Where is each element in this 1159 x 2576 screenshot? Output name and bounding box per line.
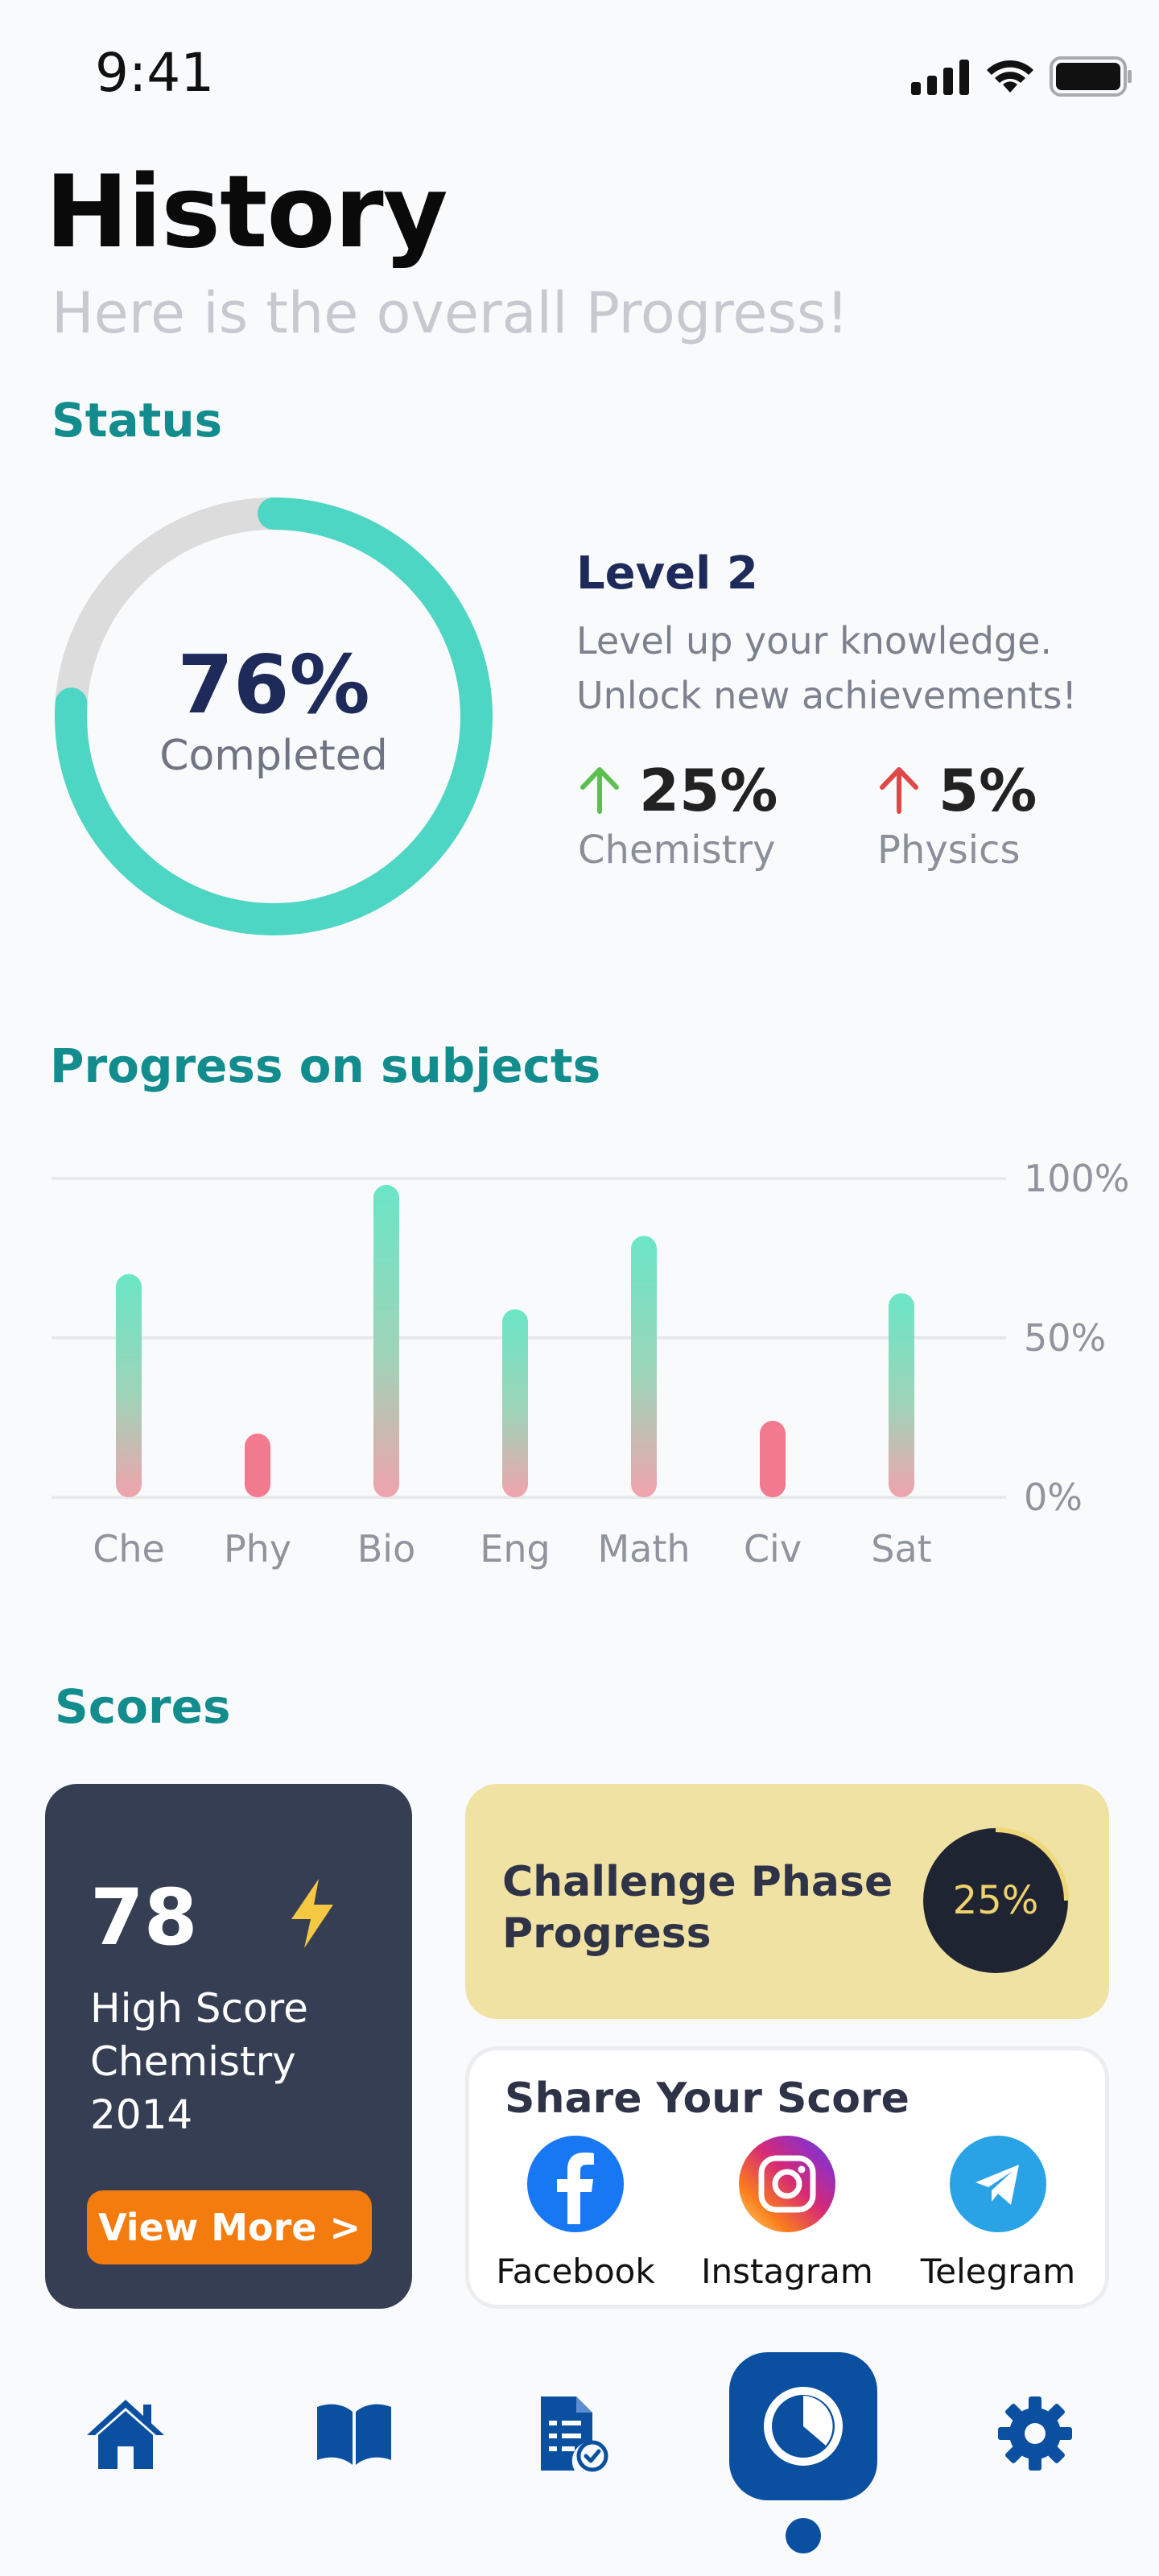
instagram-icon — [739, 2136, 835, 2232]
chart-x-tick-label: Eng — [480, 1527, 550, 1571]
chart-y-tick-label: 0% — [1024, 1476, 1083, 1519]
nav-home[interactable] — [77, 2389, 174, 2478]
nav-settings[interactable] — [987, 2389, 1083, 2478]
chart-x-tick-label: Sat — [871, 1527, 931, 1571]
telegram-icon — [950, 2136, 1046, 2232]
arrow-up-icon — [580, 767, 619, 814]
scores-section-title: Scores — [55, 1679, 231, 1734]
arrow-up-icon — [880, 767, 918, 814]
share-score-card: Share Your Score Facebook Instagram Tele… — [465, 2046, 1109, 2309]
challenge-title-line2: Progress — [502, 1909, 711, 1958]
share-label: Instagram — [701, 2252, 873, 2291]
high-score-line1: High Score — [90, 1985, 308, 2032]
chart-bar-phy — [245, 1433, 270, 1497]
share-title: Share Your Score — [505, 2074, 909, 2123]
active-tab-indicator — [786, 2518, 821, 2553]
battery-icon — [1050, 56, 1132, 97]
chart-bar-civ — [760, 1420, 786, 1497]
history-icon — [764, 2387, 843, 2466]
level-title: Level 2 — [576, 547, 758, 600]
subject-progress-chart: 100% 50% 0% Che Phy Bio Eng Math Civ Sat — [52, 1157, 1130, 1571]
level-description-line2: Unlock new achievements! — [576, 674, 1077, 717]
high-score-line2: Chemistry — [90, 2038, 296, 2085]
share-label: Facebook — [496, 2252, 655, 2291]
wifi-icon — [987, 60, 1033, 93]
level-description: Level up your knowledge. Unlock new achi… — [576, 613, 1124, 723]
high-score-line3: 2014 — [90, 2091, 193, 2138]
view-more-button[interactable]: View More > — [87, 2190, 372, 2264]
share-facebook[interactable]: Facebook — [487, 2136, 664, 2291]
level-description-line1: Level up your knowledge. — [576, 619, 1053, 663]
share-label: Telegram — [920, 2252, 1076, 2291]
chart-y-tick-label: 50% — [1024, 1316, 1106, 1360]
chart-x-tick-label: Civ — [744, 1527, 802, 1571]
facebook-icon — [527, 2136, 624, 2232]
donut-percent: 76% — [177, 638, 370, 732]
signal-icon — [911, 60, 969, 95]
chart-bar-bio — [373, 1184, 399, 1497]
share-instagram[interactable]: Instagram — [699, 2136, 876, 2291]
chart-bar-che — [116, 1274, 142, 1497]
nav-reports[interactable] — [525, 2389, 621, 2478]
progress-section-title: Progress on subjects — [50, 1038, 601, 1093]
stat-value: 5% — [938, 757, 1037, 824]
high-score-details: High Score Chemistry 2014 — [90, 1982, 308, 2141]
challenge-percent: 25% — [952, 1878, 1039, 1923]
chart-x-tick-label: Math — [597, 1527, 690, 1571]
home-icon — [87, 2400, 164, 2469]
page-title: History — [45, 155, 448, 270]
stat-name: Chemistry — [578, 828, 776, 873]
chart-x-tick-label: Bio — [357, 1527, 415, 1571]
challenge-title: Challenge Phase Progress — [502, 1856, 893, 1959]
report-icon — [541, 2396, 608, 2472]
status-section-title: Status — [52, 393, 223, 448]
stat-chemistry: 25% Chemistry — [578, 757, 777, 873]
lightning-icon — [291, 1879, 333, 1948]
chart-y-tick-label: 100% — [1024, 1157, 1130, 1200]
nav-history[interactable] — [729, 2352, 877, 2500]
high-score-card: 78 High Score Chemistry 2014 View More > — [45, 1784, 412, 2309]
status-bar-time: 9:41 — [95, 42, 215, 104]
challenge-title-line1: Challenge Phase — [502, 1858, 893, 1906]
chart-bar-math — [631, 1236, 657, 1497]
stat-physics: 5% Physics — [877, 757, 1037, 873]
stat-name: Physics — [877, 828, 1021, 873]
challenge-progress-card[interactable]: Challenge Phase Progress 25% — [465, 1784, 1109, 2019]
completion-donut: 76% Completed — [48, 491, 499, 942]
status-bar-icons — [911, 56, 1133, 97]
chart-x-tick-label: Phy — [224, 1527, 291, 1571]
settings-icon — [998, 2396, 1072, 2471]
chart-bar-sat — [889, 1293, 914, 1497]
chart-bar-eng — [502, 1309, 528, 1497]
chart-x-tick-label: Che — [93, 1527, 165, 1571]
nav-courses[interactable] — [306, 2389, 402, 2478]
stat-value: 25% — [639, 757, 778, 824]
high-score-value: 78 — [90, 1872, 198, 1963]
share-telegram[interactable]: Telegram — [909, 2136, 1087, 2291]
page-subtitle: Here is the overall Progress! — [52, 280, 849, 346]
donut-label: Completed — [159, 732, 388, 780]
book-icon — [317, 2404, 391, 2465]
